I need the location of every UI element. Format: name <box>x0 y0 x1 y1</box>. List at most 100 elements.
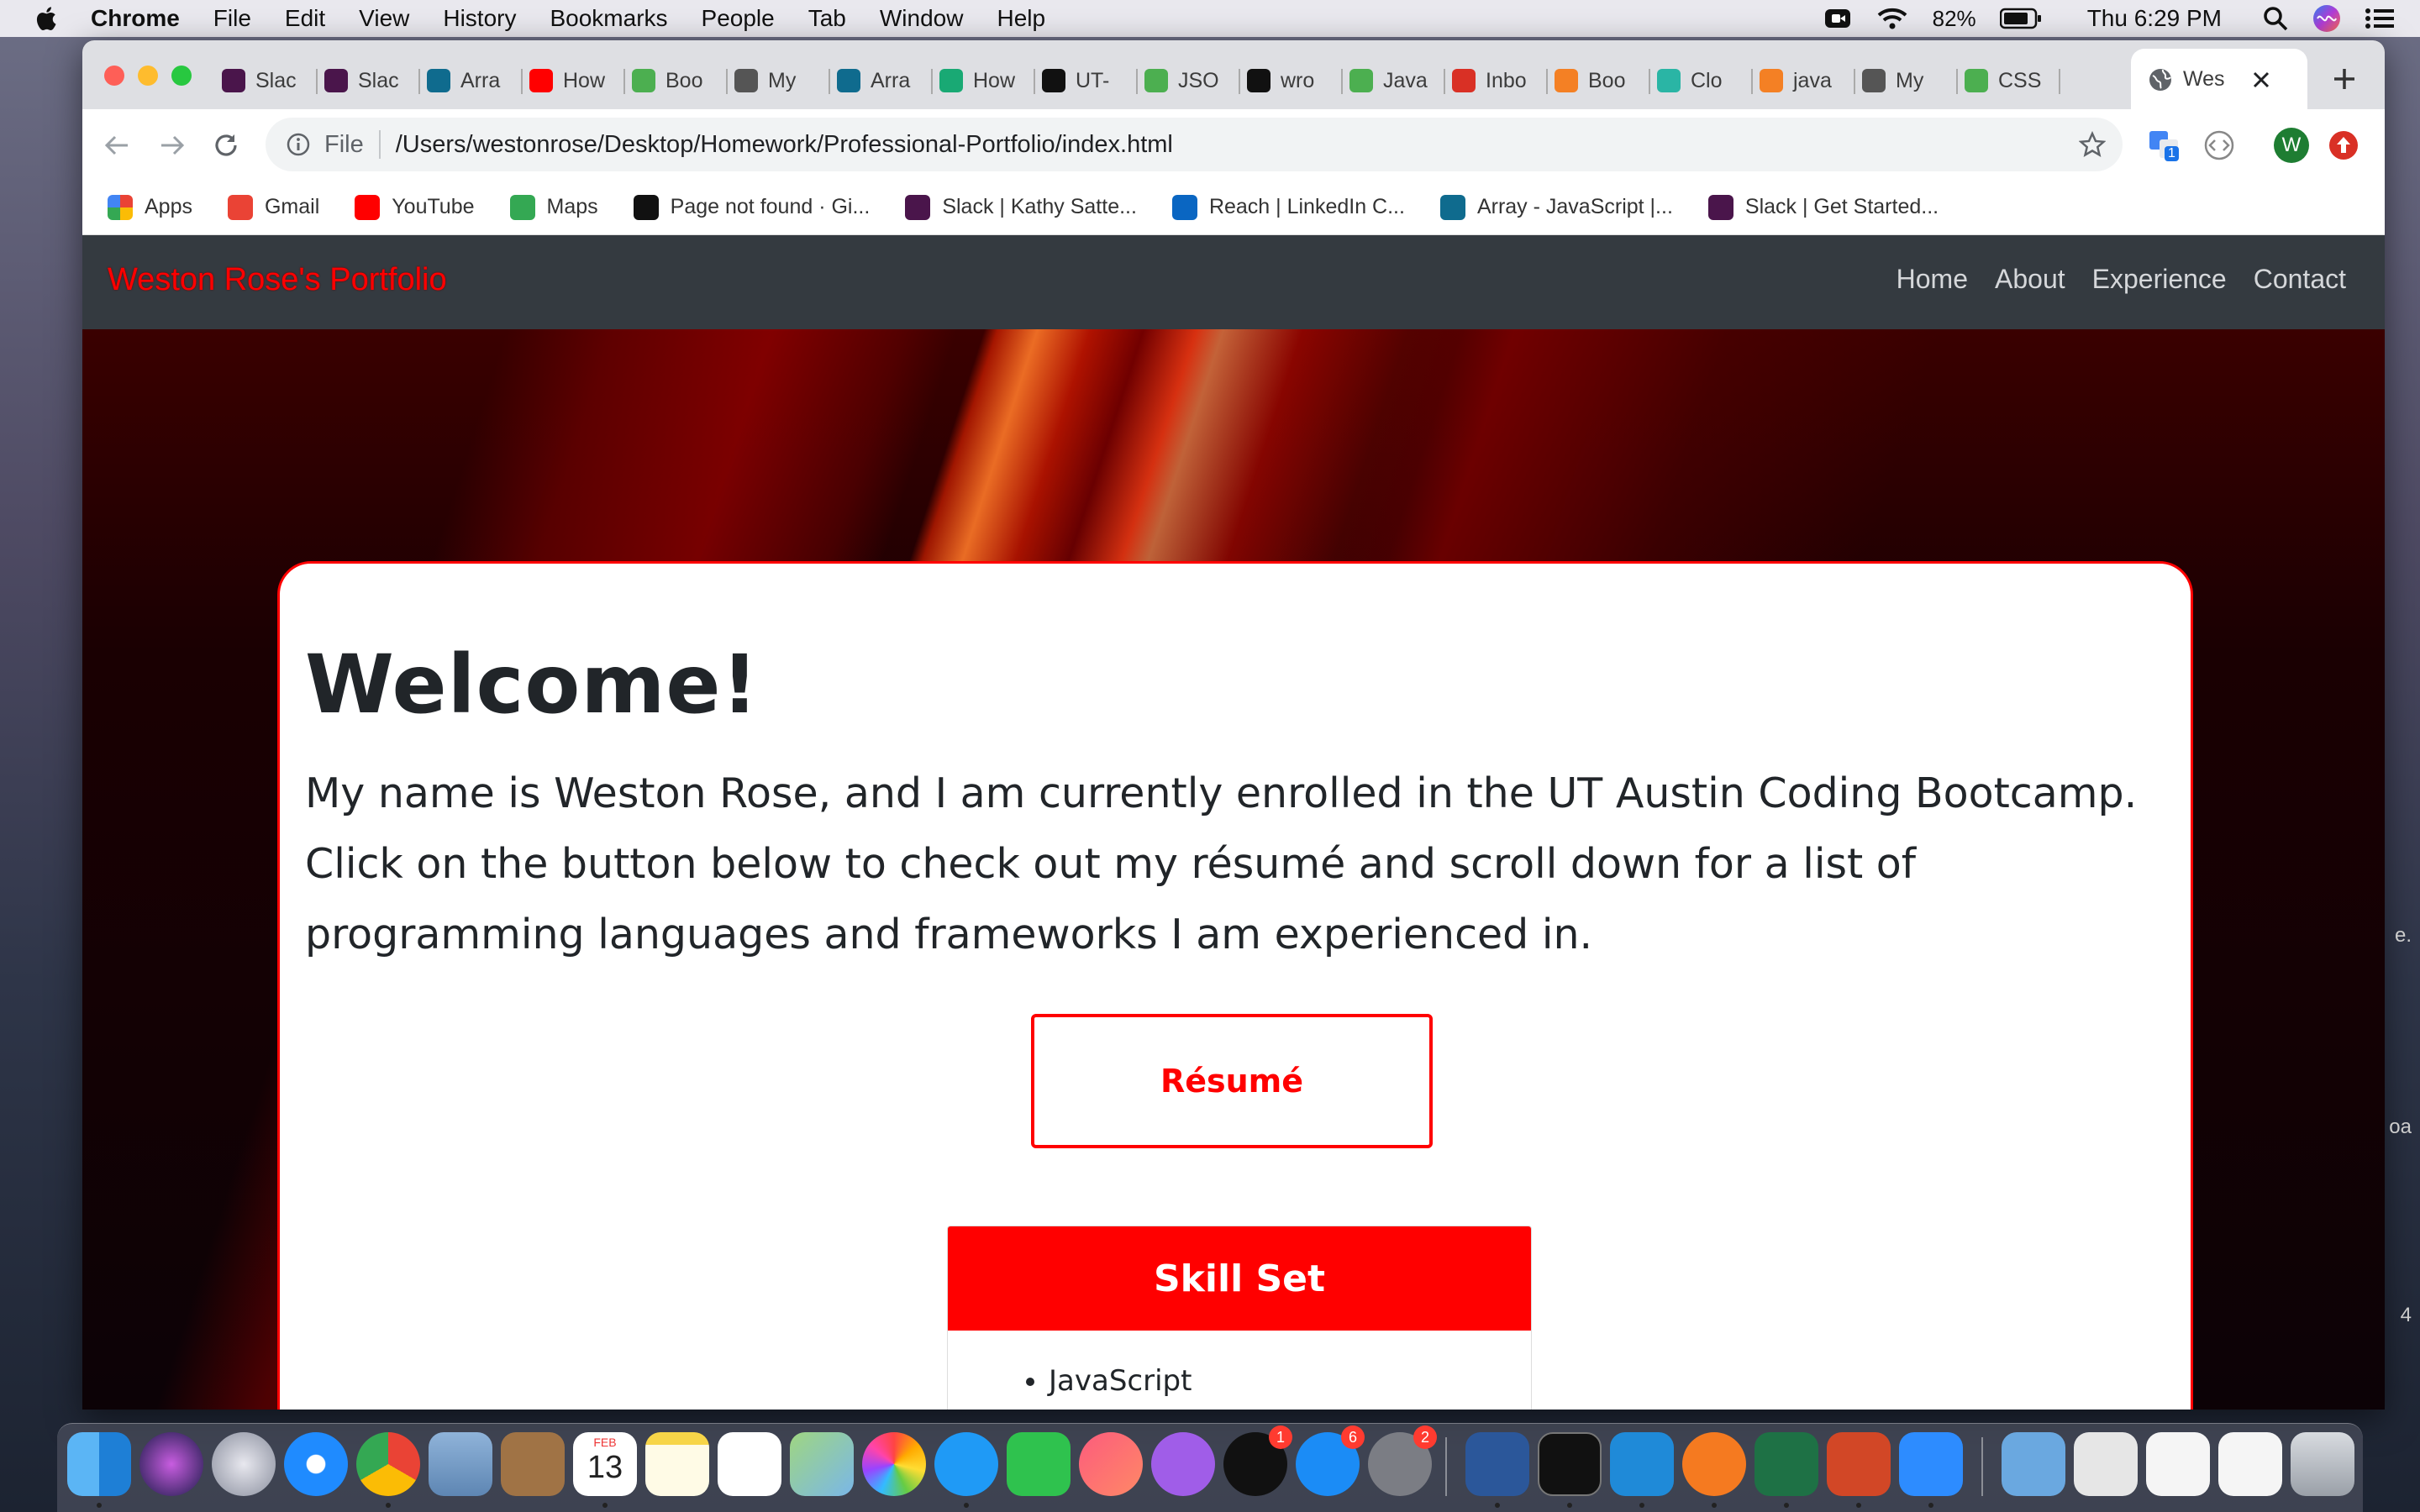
tab-active[interactable]: Wes <box>2131 49 2307 109</box>
zoom-window-button[interactable] <box>171 66 192 86</box>
menu-clock[interactable]: Thu 6:29 PM <box>2087 5 2222 32</box>
tab[interactable]: How <box>939 57 1035 104</box>
notification-center-icon[interactable] <box>2365 6 2395 31</box>
nav-about[interactable]: About <box>1995 264 2065 295</box>
zoom-icon[interactable] <box>1899 1432 1963 1496</box>
tab[interactable]: Arra <box>427 57 523 104</box>
chrome-dock-icon[interactable] <box>356 1432 420 1496</box>
tab-separator <box>623 69 625 94</box>
screenshot-thumbnail-icon[interactable] <box>2146 1432 2210 1496</box>
bookmark-item[interactable]: YouTube <box>355 194 475 220</box>
reload-icon[interactable] <box>212 131 240 160</box>
nav-experience[interactable]: Experience <box>2092 264 2227 295</box>
address-bar[interactable]: File /Users/westonrose/Desktop/Homework/… <box>266 118 2123 171</box>
siri-dock-icon[interactable] <box>139 1432 203 1496</box>
maps-dock-icon[interactable] <box>790 1432 854 1496</box>
minimize-window-button[interactable] <box>138 66 158 86</box>
wifi-icon[interactable] <box>1876 6 1909 31</box>
tab[interactable]: My <box>1862 57 1958 104</box>
tab[interactable]: Arra <box>837 57 933 104</box>
bookmark-item[interactable]: Array - JavaScript |... <box>1439 194 1673 220</box>
excel-icon[interactable] <box>1754 1432 1818 1496</box>
tab-label: How <box>973 68 1016 92</box>
extension-translate[interactable]: 1 <box>2148 128 2181 161</box>
calendar-icon[interactable]: FEB 13 <box>573 1432 637 1496</box>
tab[interactable]: Slac <box>222 57 318 104</box>
terminal-icon[interactable] <box>1538 1432 1602 1496</box>
profile-avatar[interactable]: W <box>2274 128 2309 163</box>
tab[interactable]: Clo <box>1657 57 1753 104</box>
bookmark-item[interactable]: Maps <box>509 194 598 220</box>
bookmark-item[interactable]: Slack | Get Started... <box>1707 194 1939 220</box>
podcasts-icon[interactable] <box>1151 1432 1215 1496</box>
menu-bar-status-area: 82% Thu 6:29 PM <box>1823 0 2395 37</box>
tab[interactable]: Boo <box>1555 57 1650 104</box>
tab[interactable]: JSO <box>1144 57 1240 104</box>
new-tab-icon[interactable] <box>2331 66 2358 92</box>
powerpoint-icon[interactable] <box>1827 1432 1891 1496</box>
tab[interactable]: How <box>529 57 625 104</box>
bookmark-star-icon[interactable] <box>2079 131 2106 158</box>
bookmark-item[interactable]: Page not found · Gi... <box>633 194 870 220</box>
bookmark-item[interactable]: Slack | Kathy Satte... <box>905 194 1137 220</box>
site-brand[interactable]: Weston Rose's Portfolio <box>108 262 447 298</box>
menu-view[interactable]: View <box>359 5 409 32</box>
menu-app-name[interactable]: Chrome <box>91 5 180 32</box>
safari-icon[interactable] <box>284 1432 348 1496</box>
url-text[interactable]: /Users/westonrose/Desktop/Homework/Profe… <box>396 131 1173 159</box>
finder-icon[interactable] <box>67 1432 131 1496</box>
word-icon[interactable] <box>1465 1432 1529 1496</box>
contacts-icon[interactable] <box>501 1432 565 1496</box>
menu-tab[interactable]: Tab <box>808 5 846 32</box>
photos-icon[interactable] <box>862 1432 926 1496</box>
launchpad-icon[interactable] <box>212 1432 276 1496</box>
bookmark-item[interactable]: Apps <box>108 194 192 220</box>
messages-icon[interactable] <box>934 1432 998 1496</box>
nav-contact[interactable]: Contact <box>2254 264 2346 295</box>
postman-icon[interactable] <box>1682 1432 1746 1496</box>
menu-edit[interactable]: Edit <box>285 5 325 32</box>
tab[interactable]: java <box>1760 57 1855 104</box>
extension-code-icon[interactable] <box>2203 129 2235 161</box>
tab[interactable]: Inbo <box>1452 57 1548 104</box>
reminders-icon[interactable] <box>718 1432 781 1496</box>
info-icon[interactable] <box>286 132 311 157</box>
folder-icon[interactable] <box>2002 1432 2065 1496</box>
tab[interactable]: Java <box>1349 57 1445 104</box>
music-icon[interactable] <box>1079 1432 1143 1496</box>
resume-button[interactable]: Résumé <box>1031 1014 1433 1148</box>
recent-document-icon[interactable] <box>2074 1432 2138 1496</box>
vscode-icon[interactable] <box>1610 1432 1674 1496</box>
notes-icon[interactable] <box>645 1432 709 1496</box>
menu-window[interactable]: Window <box>880 5 964 32</box>
apple-menu-icon[interactable] <box>32 3 62 34</box>
tab[interactable]: Slac <box>324 57 420 104</box>
siri-icon[interactable] <box>2312 4 2341 33</box>
facetime-icon[interactable] <box>1007 1432 1071 1496</box>
tab[interactable]: Boo <box>632 57 728 104</box>
apps-grid-icon <box>108 194 133 220</box>
close-window-button[interactable] <box>104 66 124 86</box>
spotlight-search-icon[interactable] <box>2262 5 2289 32</box>
menu-people[interactable]: People <box>702 5 775 32</box>
tab[interactable]: UT- <box>1042 57 1138 104</box>
forward-icon[interactable] <box>158 131 187 160</box>
trash-icon[interactable] <box>2291 1432 2354 1496</box>
tab[interactable]: CSS <box>1965 57 2060 104</box>
close-tab-icon[interactable] <box>2250 69 2272 91</box>
bookmark-item[interactable]: Gmail <box>227 194 319 220</box>
menu-history[interactable]: History <box>443 5 516 32</box>
menu-help[interactable]: Help <box>997 5 1045 32</box>
back-icon[interactable] <box>103 131 131 160</box>
menu-bookmarks[interactable]: Bookmarks <box>550 5 667 32</box>
menu-file[interactable]: File <box>213 5 251 32</box>
tab[interactable]: wro <box>1247 57 1343 104</box>
update-arrow-icon[interactable] <box>2328 129 2360 161</box>
nav-home[interactable]: Home <box>1897 264 1968 295</box>
battery-icon[interactable] <box>1999 8 2042 29</box>
screenshot-thumbnail-icon[interactable] <box>2218 1432 2282 1496</box>
preview-icon[interactable] <box>429 1432 492 1496</box>
tab[interactable]: My <box>734 57 830 104</box>
screen-record-icon[interactable] <box>1823 6 1852 31</box>
bookmark-item[interactable]: Reach | LinkedIn C... <box>1171 194 1405 220</box>
